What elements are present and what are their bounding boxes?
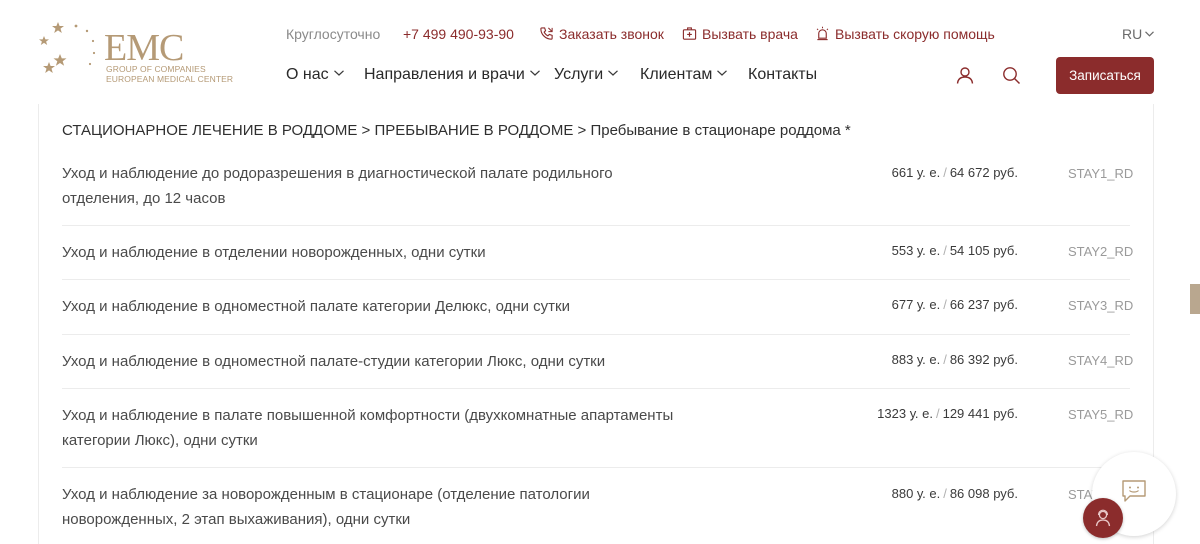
service-name-line: Уход и наблюдение за новорожденным в ста… (62, 486, 590, 503)
medkit-icon (682, 27, 697, 40)
nav-item-label: Услуги (554, 66, 604, 83)
service-price: 1323 у. е./129 441 руб. (877, 406, 1018, 421)
nav-item-services[interactable]: Услуги (554, 66, 619, 84)
nav-item-contacts[interactable]: Контакты (748, 66, 817, 84)
call-doctor-label: Вызвать врача (702, 26, 798, 42)
service-name: Уход и наблюдение в палате повышенной ко… (62, 403, 702, 453)
price-separator: / (943, 165, 947, 180)
language-label: RU (1122, 26, 1143, 42)
price-rub: 129 441 руб. (942, 406, 1018, 421)
callback-link[interactable]: Заказать звонок (539, 26, 664, 42)
price-separator: / (943, 297, 947, 312)
service-name-line: Уход и наблюдение в одноместной палате-с… (62, 353, 606, 370)
table-row: Уход и наблюдение в одноместной палате-с… (62, 335, 1134, 389)
user-account-icon[interactable] (956, 66, 974, 89)
chat-bubble-icon (1122, 480, 1146, 502)
service-name-line: Уход и наблюдение в палате повышенной ко… (62, 407, 674, 424)
price-list: СТАЦИОНАРНОЕ ЛЕЧЕНИЕ В РОДДОМЕ > ПРЕБЫВА… (38, 104, 1154, 544)
hours-label: Круглосуточно (286, 26, 381, 42)
ambulance-link[interactable]: Вызвать скорую помощь (815, 26, 995, 42)
chevron-down-icon (717, 70, 728, 76)
operator-chat-button[interactable] (1083, 498, 1123, 538)
service-code: STAY5_RD (1068, 407, 1134, 422)
breadcrumb: СТАЦИОНАРНОЕ ЛЕЧЕНИЕ В РОДДОМЕ > ПРЕБЫВА… (62, 122, 851, 139)
language-selector[interactable]: RU (1122, 26, 1155, 42)
table-row: Уход и наблюдение в отделении новорожден… (62, 226, 1134, 280)
price-usd: 880 у. е. (891, 486, 941, 501)
logo-subtitle: GROUP OF COMPANIES EUROPEAN MEDICAL CENT… (106, 64, 234, 84)
service-price: 661 у. е./64 672 руб. (892, 165, 1018, 180)
nav-item-label: Направления и врачи (364, 66, 525, 83)
service-name-line: Уход и наблюдение в отделении новорожден… (62, 244, 486, 261)
book-appointment-button[interactable]: Записаться (1056, 57, 1154, 94)
phone-callback-icon (540, 27, 553, 40)
service-price: 880 у. е./86 098 руб. (892, 486, 1018, 501)
service-name: Уход и наблюдение за новорожденным в ста… (62, 482, 702, 532)
call-doctor-link[interactable]: Вызвать врача (682, 26, 798, 42)
table-row: Уход и наблюдение в одноместной палате к… (62, 280, 1134, 335)
ambulance-label: Вызвать скорую помощь (835, 26, 995, 42)
chevron-down-icon (608, 70, 619, 76)
nav-item-directions[interactable]: Направления и врачи (364, 66, 540, 84)
service-name-line: категории Люкс), одни сутки (62, 432, 258, 449)
nav-item-about[interactable]: О нас (286, 66, 344, 84)
price-usd: 677 у. е. (891, 297, 941, 312)
price-usd: 1323 у. е. (877, 406, 933, 421)
chevron-down-icon (1145, 31, 1155, 37)
service-name: Уход и наблюдение в отделении новорожден… (62, 240, 702, 265)
service-name: Уход и наблюдение в одноместной палате к… (62, 294, 702, 319)
logo-subtitle-line2: EUROPEAN MEDICAL CENTER (106, 73, 234, 84)
nav-item-label: Клиентам (640, 66, 713, 83)
price-usd: 553 у. е. (891, 243, 941, 258)
price-rub: 54 105 руб. (949, 243, 1018, 258)
price-separator: / (935, 406, 940, 421)
price-separator: / (943, 486, 947, 501)
price-rub: 64 672 руб. (949, 165, 1018, 180)
service-name-line: отделения, до 12 часов (62, 190, 226, 207)
operator-icon (1095, 509, 1111, 527)
service-name: Уход и наблюдение до родоразрешения в ди… (62, 161, 702, 211)
emc-logo[interactable]: EMC GROUP OF COMPANIES EUROPEAN MEDICAL … (36, 22, 236, 88)
service-price: 883 у. е./86 392 руб. (892, 352, 1018, 367)
price-rub: 86 392 руб. (949, 352, 1018, 367)
phone-link[interactable]: +7 499 490-93-90 (403, 26, 514, 42)
service-price: 677 у. е./66 237 руб. (892, 297, 1018, 312)
chevron-down-icon (333, 70, 344, 76)
table-row: Уход и наблюдение в палате повышенной ко… (62, 389, 1134, 468)
service-price: 553 у. е./54 105 руб. (892, 243, 1018, 258)
siren-icon (816, 26, 829, 41)
price-rub: 66 237 руб. (949, 297, 1018, 312)
price-separator: / (943, 352, 947, 367)
table-row: Уход и наблюдение до родоразрешения в ди… (62, 156, 1134, 226)
service-name-line: Уход и наблюдение до родоразрешения в ди… (62, 165, 613, 182)
logo-wordmark: EMC (104, 27, 183, 69)
search-icon[interactable] (1002, 66, 1021, 90)
table-row: Уход и наблюдение за новорожденным в ста… (62, 468, 1130, 544)
price-separator: / (943, 243, 947, 258)
service-code: STAY3_RD (1068, 298, 1134, 313)
service-code: STAY4_RD (1068, 353, 1134, 368)
site-header: EMC GROUP OF COMPANIES EUROPEAN MEDICAL … (0, 0, 1200, 104)
price-usd: 661 у. е. (891, 165, 941, 180)
nav-item-label: О нас (286, 66, 329, 83)
service-name-line: Уход и наблюдение в одноместной палате к… (62, 298, 570, 315)
service-name: Уход и наблюдение в одноместной палате-с… (62, 349, 702, 374)
side-scroll-handle[interactable] (1190, 284, 1200, 314)
service-name-line: новорожденных, 2 этап выхаживания), одни… (62, 511, 411, 528)
callback-label: Заказать звонок (559, 26, 664, 42)
price-rub: 86 098 руб. (949, 486, 1018, 501)
nav-item-clients[interactable]: Клиентам (640, 66, 728, 84)
service-code: STAY2_RD (1068, 244, 1134, 259)
price-usd: 883 у. е. (891, 352, 941, 367)
chevron-down-icon (529, 70, 540, 76)
service-code: STAY1_RD (1068, 166, 1134, 181)
